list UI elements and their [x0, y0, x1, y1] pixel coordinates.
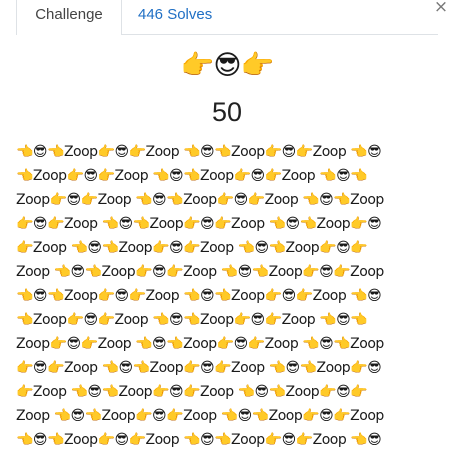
description-line: 👉Zoop 👈😎👈Zoop👉😎👉Zoop 👈😎👈Zoop👉😎👉: [16, 240, 368, 256]
description-line: Zoop 👈😎👈Zoop👉😎👉Zoop 👈😎👈Zoop👉😎👉Zoop: [16, 408, 384, 424]
description-line: Zoop👉😎👉Zoop 👈😎👈Zoop👉😎👉Zoop 👈😎👈Zoop: [16, 336, 384, 352]
description-line: 👈😎👈Zoop👉😎👉Zoop 👈😎👈Zoop👉😎👉Zoop 👈😎: [16, 288, 382, 304]
description-line: Zoop👉😎👉Zoop 👈😎👈Zoop👉😎👉Zoop 👈😎👈Zoop: [16, 192, 384, 208]
description-line: 👈Zoop👉😎👉Zoop 👈😎👈Zoop👉😎👉Zoop 👈😎👈: [16, 168, 368, 184]
description-line: 👉😎👉Zoop 👈😎👈Zoop👉😎👉Zoop 👈😎👈Zoop👉😎: [16, 216, 382, 232]
challenge-title: 👉😎👉: [180, 50, 274, 81]
description-line: Zoop 👈😎👈Zoop👉😎👉Zoop 👈😎👈Zoop👉😎👉Zoop: [16, 264, 384, 280]
challenge-tabs: Challenge 446 Solves: [16, 0, 438, 35]
description-line: 👈😎👈Zoop👉😎👉Zoop 👈😎👈Zoop👉😎👉Zoop 👈😎: [16, 144, 382, 160]
tab-solves[interactable]: 446 Solves: [122, 0, 228, 34]
description-line: 👉😎👉Zoop 👈😎👈Zoop👉😎👉Zoop 👈😎👈Zoop👉😎: [16, 360, 382, 376]
description-line: 👈Zoop👉😎👉Zoop 👈😎👈Zoop👉😎👉Zoop 👈😎👈: [16, 312, 368, 328]
description-line: 👈😎👈Zoop👉😎👉Zoop 👈😎👈Zoop👉😎👉Zoop 👈😎: [16, 432, 382, 448]
tab-challenge[interactable]: Challenge: [16, 0, 122, 35]
description-line: 👉Zoop 👈😎👈Zoop👉😎👉Zoop 👈😎👈Zoop👉😎👉: [16, 384, 368, 400]
close-icon[interactable]: ×: [432, 0, 450, 16]
challenge-value: 50: [211, 97, 243, 127]
challenge-description: 👈😎👈Zoop👉😎👉Zoop 👈😎👈Zoop👉😎👉Zoop 👈😎 👈Zoop👉😎…: [16, 140, 448, 452]
